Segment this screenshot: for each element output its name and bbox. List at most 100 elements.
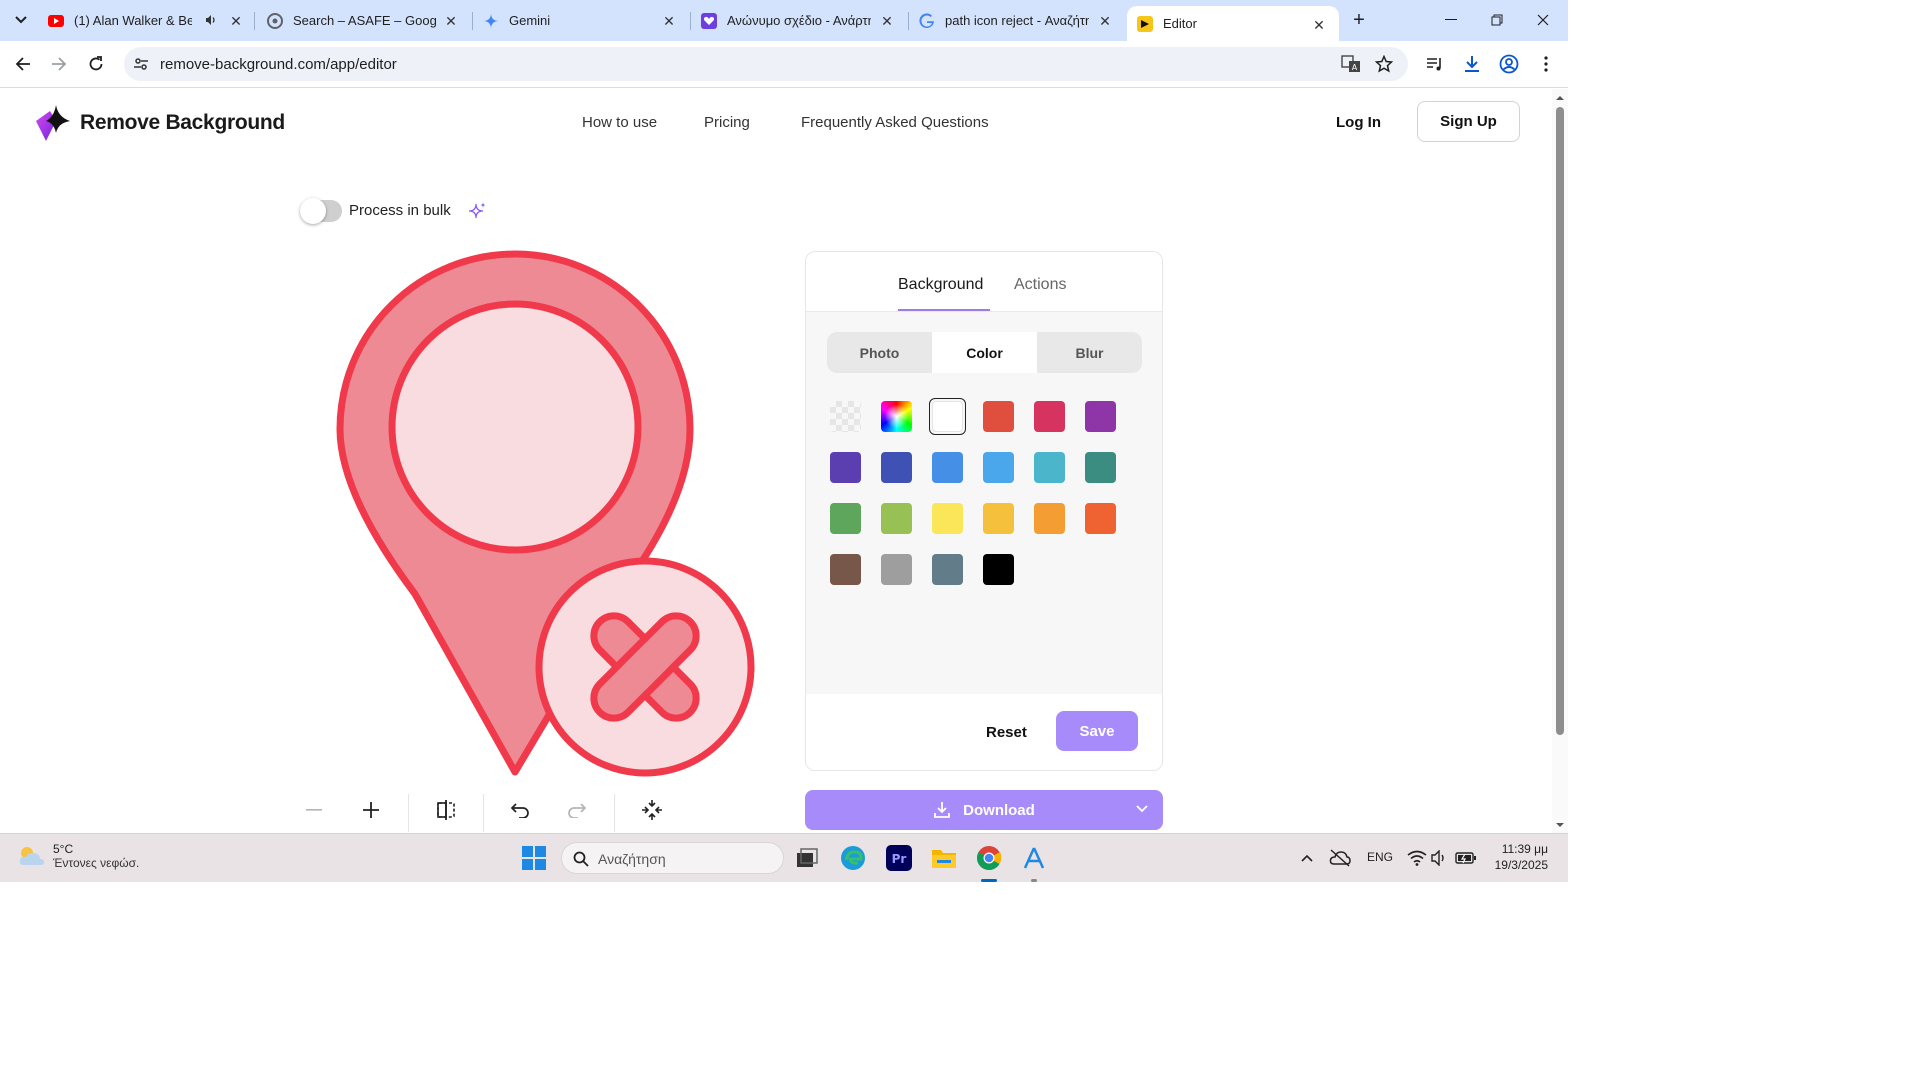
- undo-button[interactable]: [504, 794, 536, 826]
- color-swatch[interactable]: [980, 551, 1017, 588]
- taskbar-edge[interactable]: [837, 842, 869, 874]
- weather-widget[interactable]: 5°C Έντονες νεφώσ.: [16, 842, 139, 870]
- menu-dots-icon[interactable]: [1534, 52, 1558, 76]
- color-swatch[interactable]: [980, 449, 1017, 486]
- color-swatch[interactable]: [1031, 500, 1068, 537]
- page-scrollbar[interactable]: [1552, 89, 1568, 833]
- swatch-custom-color[interactable]: [878, 398, 915, 435]
- taskbar-chrome[interactable]: [973, 842, 1005, 882]
- tab-search-asafe[interactable]: Search – ASAFE – Google C ✕: [267, 7, 459, 34]
- swatch-fill: [932, 554, 963, 585]
- taskbar-app-store[interactable]: [1018, 842, 1050, 882]
- taskbar-search[interactable]: Αναζήτηση: [561, 842, 784, 874]
- tab-actions[interactable]: Actions: [1014, 276, 1066, 294]
- close-icon[interactable]: ✕: [443, 13, 459, 29]
- nav-how-to-use[interactable]: How to use: [582, 114, 657, 131]
- forward-button[interactable]: [47, 52, 71, 76]
- color-swatch[interactable]: [827, 449, 864, 486]
- new-tab-button[interactable]: +: [1348, 9, 1370, 31]
- close-icon[interactable]: ✕: [1097, 13, 1113, 29]
- back-button[interactable]: [11, 52, 35, 76]
- reset-button[interactable]: Reset: [986, 724, 1027, 741]
- address-bar[interactable]: remove-background.com/app/editor A: [124, 47, 1408, 81]
- close-icon[interactable]: ✕: [661, 13, 677, 29]
- translate-icon[interactable]: A: [1341, 55, 1361, 78]
- signup-button[interactable]: Sign Up: [1417, 101, 1520, 142]
- close-icon[interactable]: ✕: [1311, 17, 1327, 33]
- swatch-fill: [932, 401, 963, 432]
- bulk-toggle[interactable]: [300, 198, 342, 224]
- color-swatch[interactable]: [929, 551, 966, 588]
- color-swatch[interactable]: [1031, 449, 1068, 486]
- task-view-button[interactable]: [791, 842, 823, 874]
- onedrive-tray[interactable]: [1324, 842, 1356, 874]
- compare-button[interactable]: [430, 794, 462, 826]
- zoom-in-button[interactable]: [355, 794, 387, 826]
- scroll-up-icon: [1556, 96, 1564, 100]
- color-swatch[interactable]: [929, 500, 966, 537]
- download-button[interactable]: Download: [805, 790, 1163, 830]
- tab-youtube[interactable]: (1) Alan Walker & Benj ✕: [48, 7, 244, 34]
- segment-photo[interactable]: Photo: [827, 332, 932, 373]
- site-settings-icon[interactable]: [133, 56, 149, 77]
- tab-background[interactable]: Background: [898, 276, 983, 294]
- edited-image-pin-reject-icon[interactable]: [330, 249, 760, 779]
- color-swatch[interactable]: [1082, 500, 1119, 537]
- tray-overflow-button[interactable]: [1291, 842, 1323, 874]
- color-swatch[interactable]: [1082, 449, 1119, 486]
- close-icon[interactable]: ✕: [879, 13, 895, 29]
- media-controls-icon[interactable]: [1423, 52, 1447, 76]
- redo-button[interactable]: [561, 794, 593, 826]
- site-logo[interactable]: Remove Background: [32, 103, 285, 143]
- bookmark-star-icon[interactable]: [1374, 54, 1394, 78]
- reload-button[interactable]: [84, 52, 108, 76]
- battery-charging-icon: [1455, 852, 1476, 864]
- swatch-transparent[interactable]: [827, 398, 864, 435]
- color-swatch[interactable]: [980, 398, 1017, 435]
- speaker-icon[interactable]: [204, 13, 218, 30]
- color-swatch[interactable]: [878, 551, 915, 588]
- color-swatch[interactable]: [827, 500, 864, 537]
- color-swatch[interactable]: [929, 449, 966, 486]
- active-app-indicator: [981, 879, 997, 882]
- profile-icon[interactable]: [1497, 52, 1521, 76]
- close-window-button[interactable]: [1520, 0, 1566, 40]
- taskbar-premiere[interactable]: Pr: [883, 842, 915, 874]
- redo-icon: [568, 803, 586, 818]
- downloads-icon[interactable]: [1460, 52, 1484, 76]
- restore-button[interactable]: [1474, 0, 1520, 40]
- restore-icon: [1491, 14, 1503, 26]
- color-swatch[interactable]: [1031, 398, 1068, 435]
- system-clock[interactable]: 11:39 μμ 19/3/2025: [1490, 842, 1548, 872]
- color-swatch[interactable]: [929, 398, 966, 435]
- taskbar-file-explorer[interactable]: [928, 842, 960, 874]
- scroll-thumb[interactable]: [1556, 107, 1564, 735]
- color-swatch[interactable]: [878, 449, 915, 486]
- nav-faq[interactable]: Frequently Asked Questions: [801, 114, 989, 131]
- tab-editor[interactable]: Editor ✕: [1127, 6, 1339, 41]
- close-icon[interactable]: ✕: [228, 13, 244, 29]
- tab-search-button[interactable]: [8, 8, 34, 32]
- segment-blur[interactable]: Blur: [1037, 332, 1142, 373]
- bulk-label: Process in bulk: [349, 202, 451, 219]
- tab-google-search[interactable]: path icon reject - Αναζήτη ✕: [919, 7, 1113, 34]
- segment-color[interactable]: Color: [932, 332, 1037, 373]
- start-button[interactable]: [518, 842, 550, 874]
- battery-tray[interactable]: [1450, 842, 1482, 874]
- color-swatch[interactable]: [1082, 398, 1119, 435]
- minimize-button[interactable]: [1428, 0, 1474, 40]
- color-swatch[interactable]: [878, 500, 915, 537]
- tab-title: Editor: [1163, 16, 1197, 31]
- zoom-out-button[interactable]: [298, 794, 330, 826]
- editor-icon: [1137, 15, 1153, 32]
- swatch-fill: [983, 401, 1014, 432]
- login-link[interactable]: Log In: [1336, 114, 1381, 131]
- color-swatch[interactable]: [827, 551, 864, 588]
- color-swatch[interactable]: [980, 500, 1017, 537]
- language-indicator[interactable]: ENG: [1367, 850, 1393, 864]
- tab-canva[interactable]: Ανώνυμο σχέδιο - Ανάρτη ✕: [701, 7, 895, 34]
- save-button[interactable]: Save: [1056, 711, 1138, 751]
- nav-pricing[interactable]: Pricing: [704, 114, 750, 131]
- tab-gemini[interactable]: Gemini ✕: [483, 7, 677, 34]
- fit-screen-button[interactable]: [636, 794, 668, 826]
